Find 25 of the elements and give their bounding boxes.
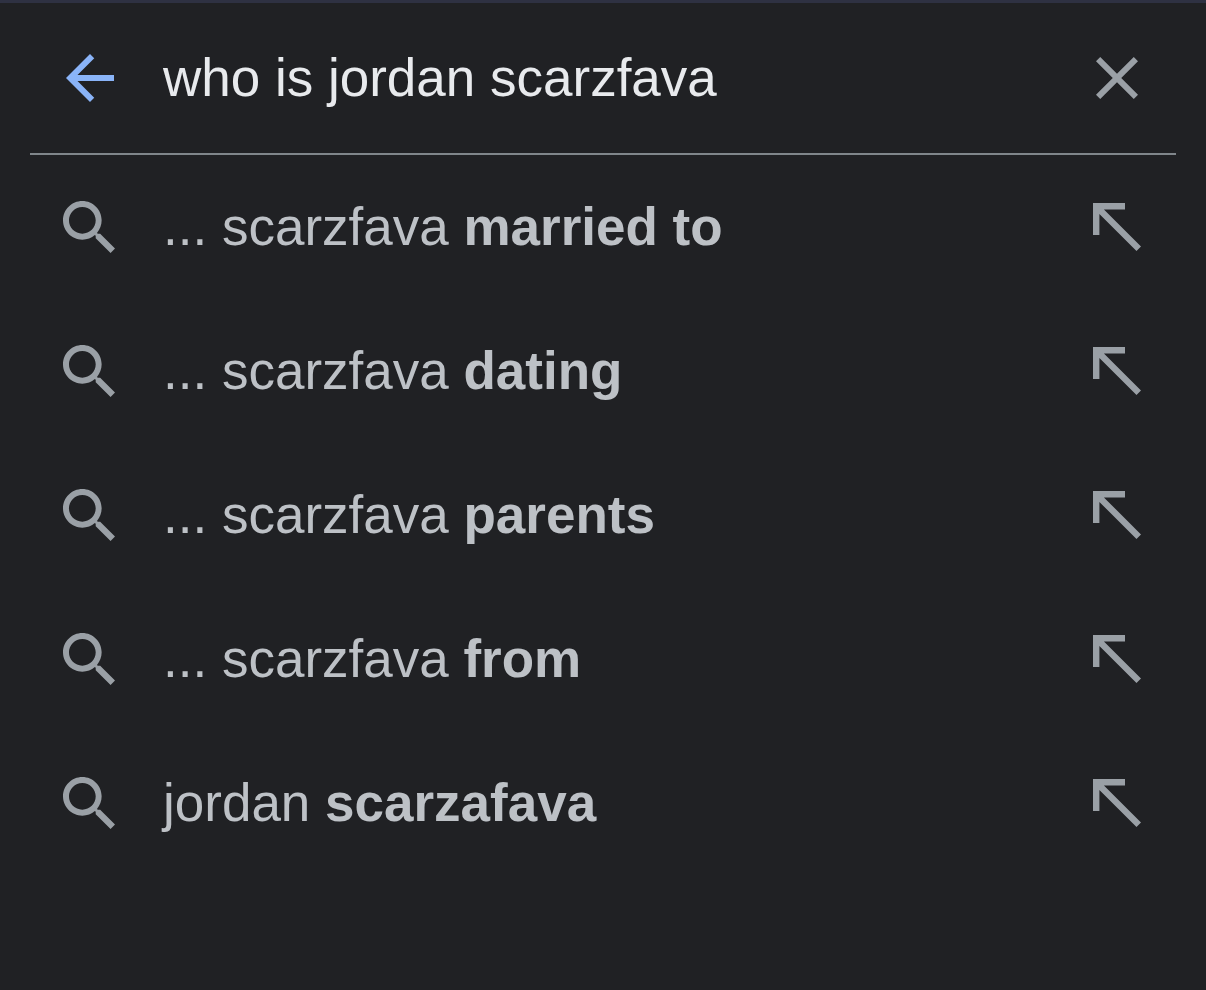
suggestion-link[interactable]: ... scarzfava from xyxy=(163,629,582,688)
arrow-up-left-icon xyxy=(1093,491,1141,539)
fill-query-button[interactable] xyxy=(1093,203,1141,251)
suggestion-link[interactable]: ... scarzfava dating xyxy=(163,341,623,400)
arrow-up-left-icon xyxy=(1093,779,1141,827)
back-arrow-icon xyxy=(66,54,114,102)
fill-query-button[interactable] xyxy=(1093,779,1141,827)
fill-query-button[interactable] xyxy=(1093,491,1141,539)
suggestion-link[interactable]: ... scarzfava married to xyxy=(163,197,723,256)
search-field[interactable]: who is jordan scarzfava xyxy=(163,42,1073,114)
fill-query-button[interactable] xyxy=(1093,347,1141,395)
arrow-up-left-icon xyxy=(1093,347,1141,395)
search-icon xyxy=(63,489,115,541)
suggestion-link[interactable]: jordan scarzafava xyxy=(163,773,597,832)
arrow-up-left-icon xyxy=(1093,203,1141,251)
suggestion-link[interactable]: ... scarzfava parents xyxy=(163,485,655,544)
fill-query-button[interactable] xyxy=(1093,635,1141,683)
close-icon xyxy=(1096,57,1138,99)
search-icon xyxy=(63,345,115,397)
search-icon xyxy=(63,633,115,685)
clear-button[interactable] xyxy=(1093,54,1141,102)
search-icon xyxy=(63,777,115,829)
search-icon xyxy=(63,201,115,253)
arrow-up-left-icon xyxy=(1093,635,1141,683)
back-button[interactable] xyxy=(66,54,114,102)
